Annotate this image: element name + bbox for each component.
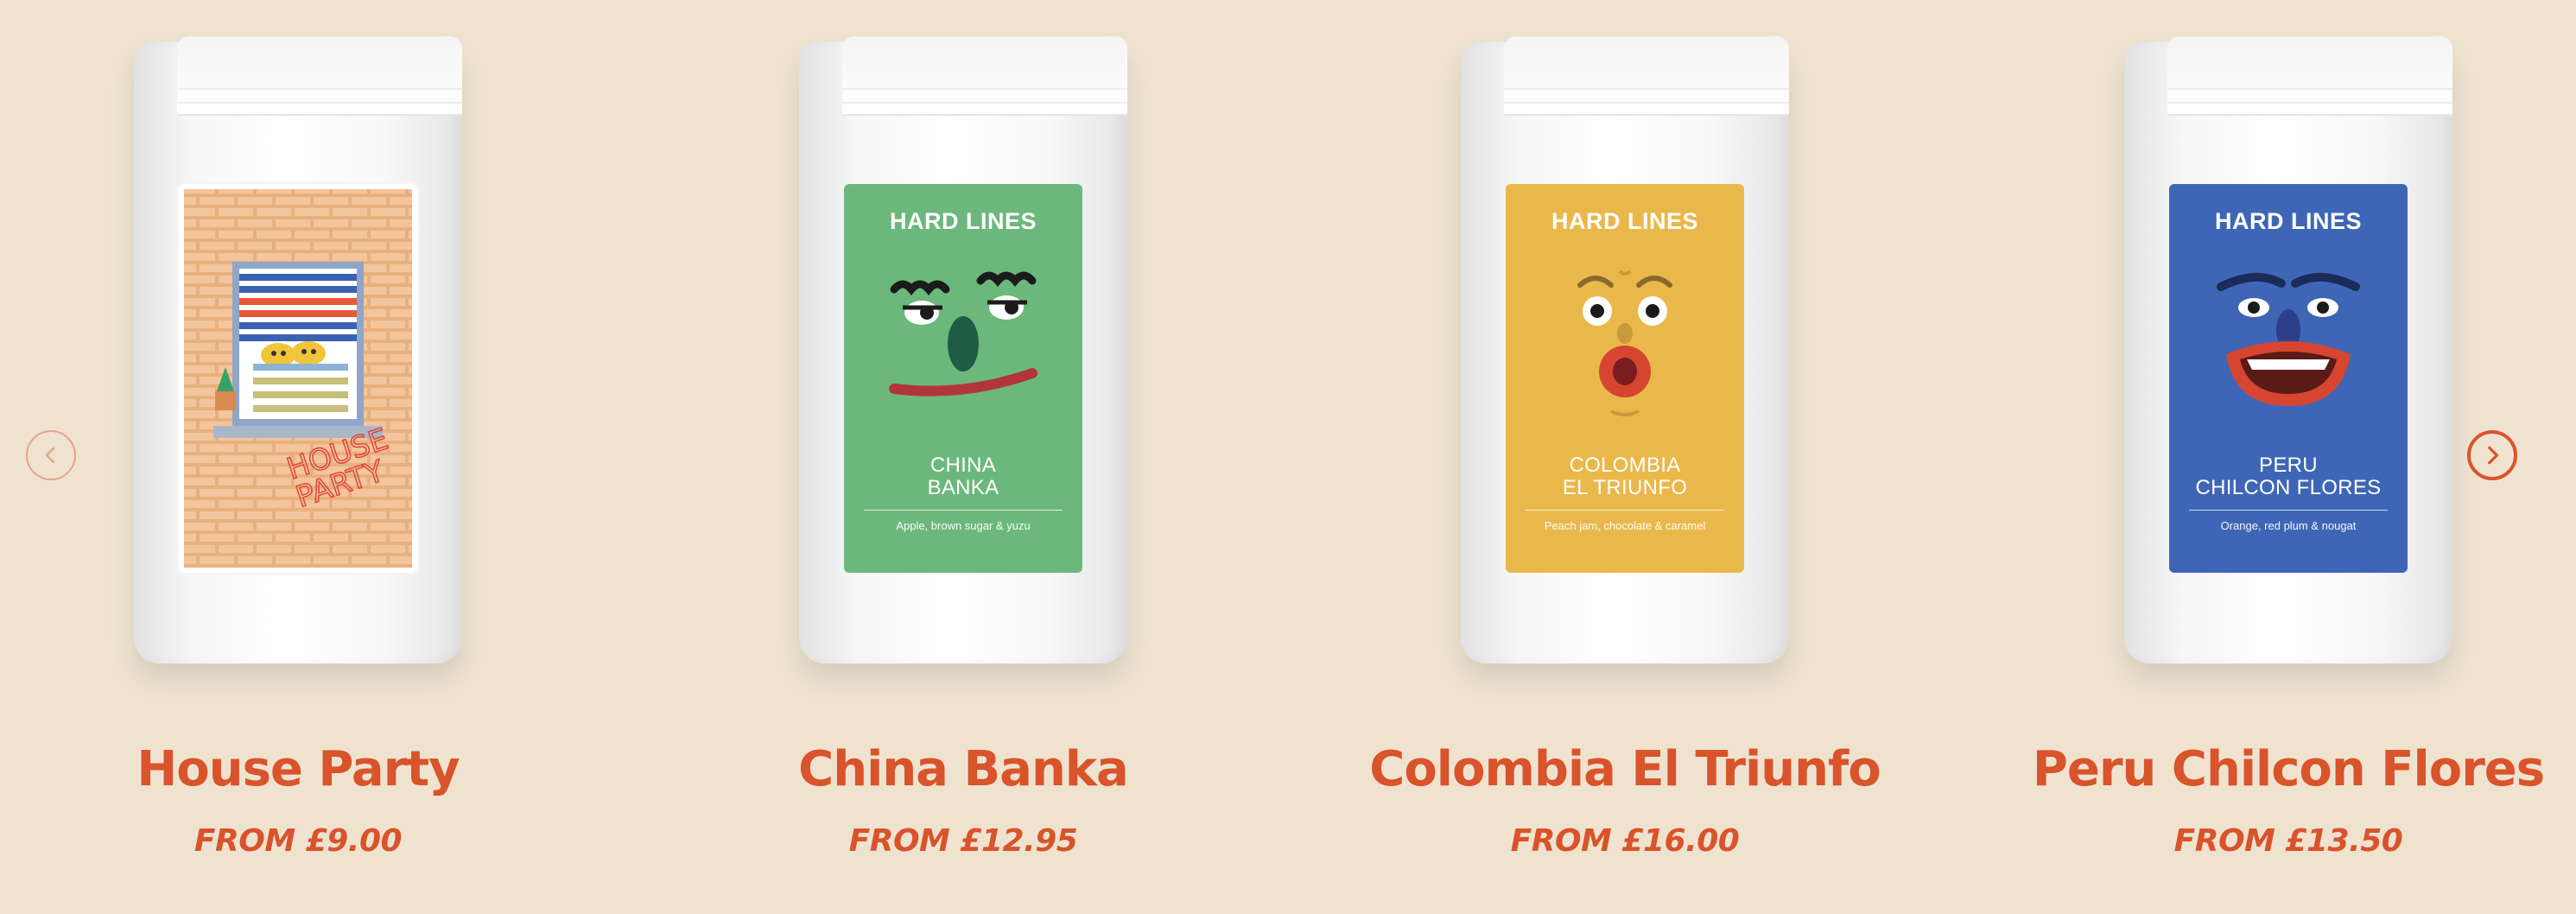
divider [864,510,1063,511]
origin-name: PERU CHILCON FLORES [2195,454,2382,499]
face-illustration [889,271,1037,397]
brand-logo: HARD LINES [2214,208,2362,234]
divider [2189,510,2388,511]
product-carousel: HOUSE PARTY House Party FROM £9.00 HARD … [0,0,2576,914]
face-illustration [2217,272,2360,406]
origin-name: CHINA BANKA [927,454,999,499]
tasting-notes: Orange, red plum & nougat [2220,519,2357,532]
product-name[interactable]: Colombia El Triunfo [1369,741,1881,797]
tasting-notes: Peach jam, chocolate & caramel [1544,519,1706,532]
product-name[interactable]: House Party [136,741,460,797]
product-price: FROM £13.50 [2173,823,2403,859]
tasting-notes: Apple, brown sugar & yuzu [896,519,1031,532]
origin-name: COLOMBIA EL TRIUNFO [1562,454,1688,499]
carousel-next-button[interactable] [2467,430,2517,480]
brand-logo: HARD LINES [1551,208,1698,234]
product-image[interactable]: HARD LINES CHINA BANKA Apple, brown suga… [782,33,1145,689]
brand-logo: HARD LINES [889,208,1037,234]
product-label: HARD LINES CHINA BANKA Apple, brown suga… [844,184,1082,573]
product-label: HARD LINES PERU CHILCON FLORES Orange, r… [2169,184,2408,573]
face-illustration [1577,270,1672,416]
chevron-left-icon [45,447,55,464]
product-image[interactable]: HOUSE PARTY [117,33,479,689]
product-card-china-banka[interactable]: HARD LINES CHINA BANKA Apple, brown suga… [644,0,1283,914]
product-name[interactable]: Peru Chilcon Flores [2033,741,2545,797]
product-card-house-party[interactable]: HOUSE PARTY House Party FROM £9.00 [0,0,618,914]
product-image[interactable]: HARD LINES PERU CHILCON FLORES Orange, r… [2107,33,2470,689]
product-label: HARD LINES COLOMBIA EL TRIUNFO Peach jam… [1506,184,1744,573]
product-price: FROM £9.00 [194,823,403,859]
divider [1526,510,1724,511]
carousel-prev-button[interactable] [26,430,76,480]
house-party-label-art: HOUSE PARTY [179,184,417,573]
product-price: FROM £12.95 [848,823,1078,859]
chevron-right-icon [2488,446,2499,465]
product-image[interactable]: HARD LINES COLOMBIA EL TRIUNFO Peach jam… [1443,33,1806,689]
product-card-colombia-el-triunfo[interactable]: HARD LINES COLOMBIA EL TRIUNFO Peach jam… [1305,0,1945,914]
product-price: FROM £16.00 [1510,823,1740,859]
product-name[interactable]: China Banka [798,741,1129,797]
